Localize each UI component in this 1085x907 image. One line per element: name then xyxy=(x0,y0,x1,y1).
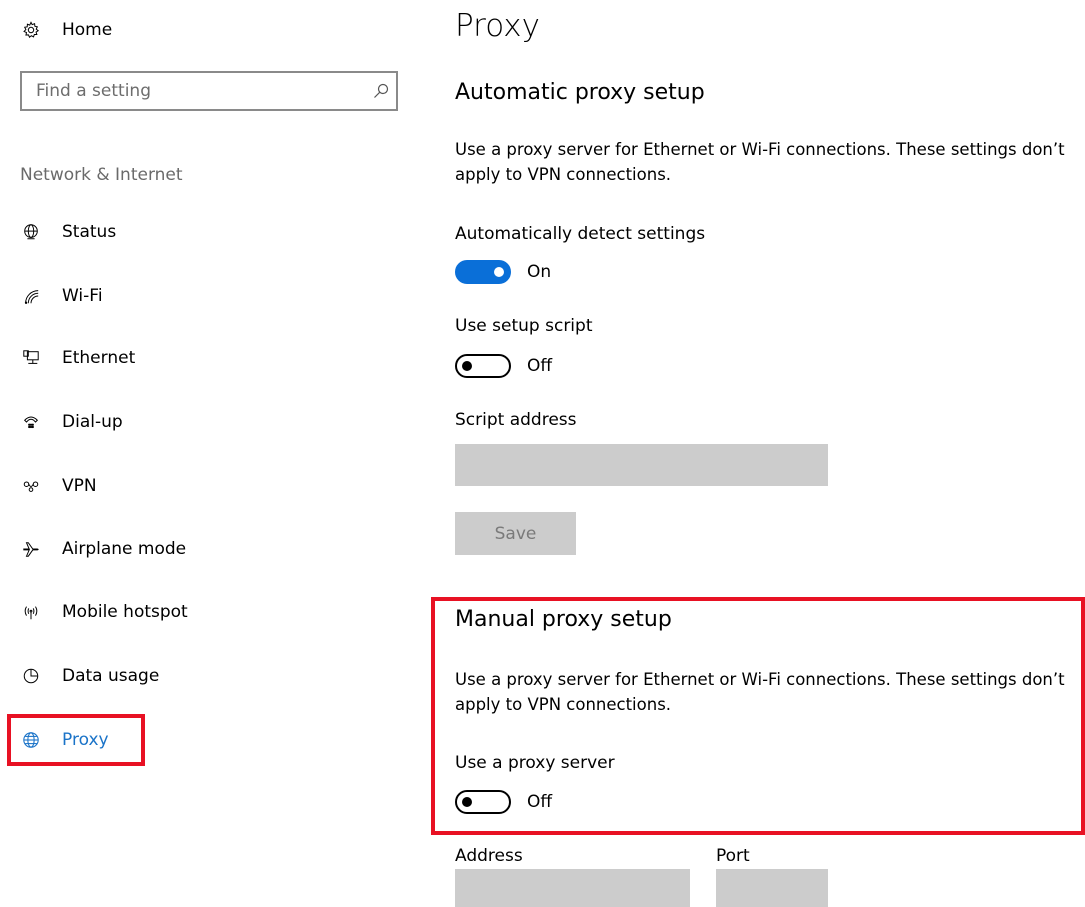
dialup-icon xyxy=(20,411,42,433)
port-input[interactable] xyxy=(716,869,828,907)
setup-script-label: Use setup script xyxy=(455,316,593,336)
sidebar-item-vpn[interactable]: VPN xyxy=(20,471,97,501)
auto-detect-label: Automatically detect settings xyxy=(455,224,706,244)
save-button[interactable]: Save xyxy=(455,512,576,555)
sidebar-item-label: Dial-up xyxy=(62,412,123,432)
search-icon[interactable] xyxy=(366,83,396,99)
highlight-box-proxy xyxy=(7,714,145,766)
toggle-switch-off[interactable] xyxy=(455,354,511,378)
sidebar-item-wifi[interactable]: Wi-Fi xyxy=(20,281,103,311)
auto-detect-toggle[interactable]: On xyxy=(455,260,551,284)
sidebar-item-status[interactable]: Status xyxy=(20,217,116,247)
script-address-input[interactable] xyxy=(455,444,828,486)
sidebar-item-label: Mobile hotspot xyxy=(62,602,188,622)
hotspot-icon xyxy=(20,601,42,623)
port-label: Port xyxy=(716,846,750,866)
manual-proxy-description: Use a proxy server for Ethernet or Wi-Fi… xyxy=(455,670,1065,714)
toggle-switch-on[interactable] xyxy=(455,260,511,284)
gear-icon xyxy=(20,19,42,41)
data-usage-icon xyxy=(20,665,42,687)
sidebar-item-label: Ethernet xyxy=(62,348,136,368)
address-label: Address xyxy=(455,846,523,866)
sidebar-item-hotspot[interactable]: Mobile hotspot xyxy=(20,597,188,627)
automatic-proxy-heading: Automatic proxy setup xyxy=(455,80,705,105)
page-title: Proxy xyxy=(455,8,540,44)
sidebar-item-label: Data usage xyxy=(62,666,160,686)
home-label: Home xyxy=(62,20,113,40)
search-box[interactable] xyxy=(20,71,398,111)
sidebar-item-label: VPN xyxy=(62,476,97,496)
automatic-proxy-description: Use a proxy server for Ethernet or Wi-Fi… xyxy=(455,140,1065,184)
sidebar-item-airplane[interactable]: Airplane mode xyxy=(20,534,186,564)
auto-detect-state: On xyxy=(527,262,552,282)
section-title: Network & Internet xyxy=(20,165,183,185)
sidebar-item-label: Status xyxy=(62,222,117,242)
manual-proxy-heading: Manual proxy setup xyxy=(455,607,672,632)
ethernet-icon xyxy=(20,347,42,369)
sidebar-item-ethernet[interactable]: Ethernet xyxy=(20,343,135,373)
wifi-icon xyxy=(20,285,42,307)
globe-status-icon xyxy=(20,221,42,243)
use-proxy-label: Use a proxy server xyxy=(455,753,615,773)
toggle-switch-off[interactable] xyxy=(455,790,511,814)
sidebar-item-label: Airplane mode xyxy=(62,539,187,559)
use-proxy-state: Off xyxy=(527,792,553,812)
home-link[interactable]: Home xyxy=(20,15,112,45)
sidebar-item-dialup[interactable]: Dial-up xyxy=(20,407,123,437)
sidebar-item-data-usage[interactable]: Data usage xyxy=(20,661,159,691)
setup-script-state: Off xyxy=(527,356,553,376)
address-input[interactable] xyxy=(455,869,690,907)
use-proxy-toggle[interactable]: Off xyxy=(455,790,552,814)
script-address-label: Script address xyxy=(455,410,577,430)
airplane-icon xyxy=(20,538,42,560)
setup-script-toggle[interactable]: Off xyxy=(455,354,552,378)
sidebar-item-label: Wi-Fi xyxy=(62,286,103,306)
vpn-icon xyxy=(20,475,42,497)
search-input[interactable] xyxy=(22,73,366,109)
